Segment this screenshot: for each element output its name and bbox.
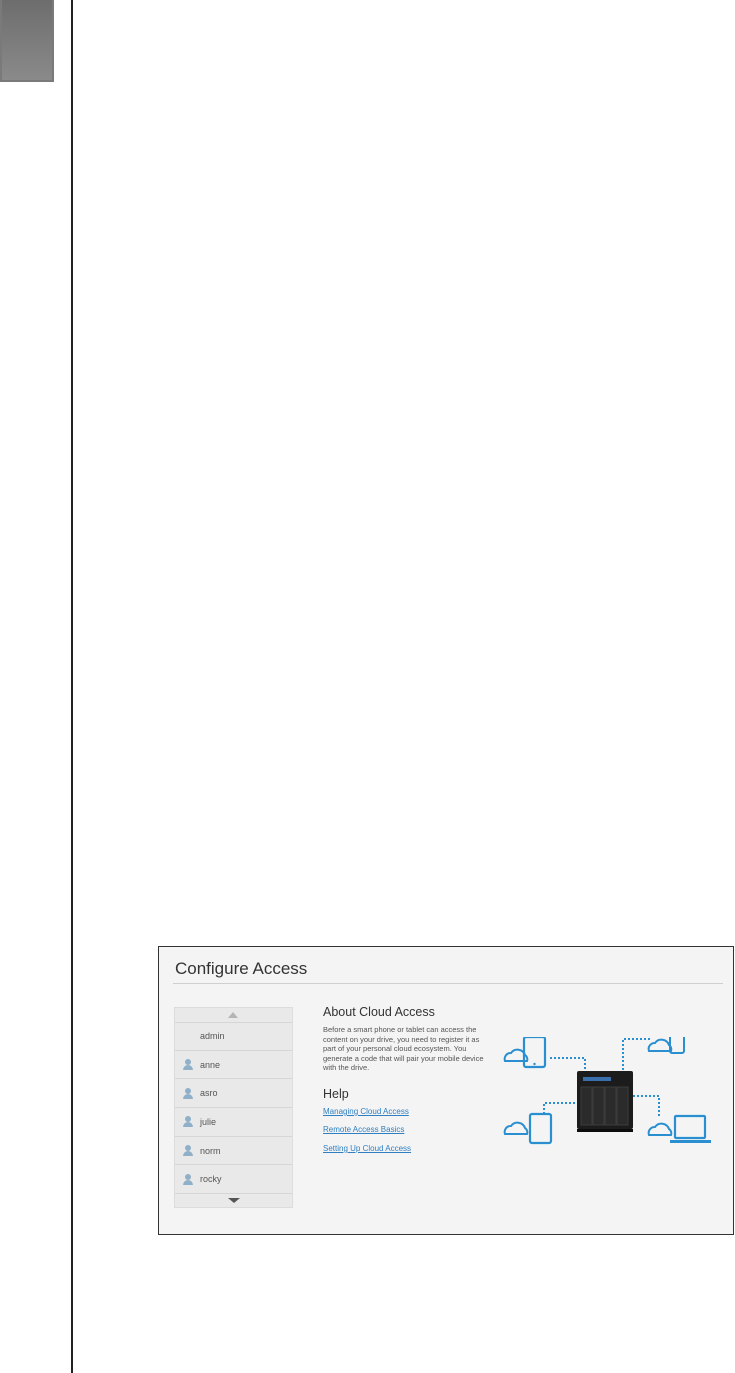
user-list-item[interactable]: anne [175, 1051, 292, 1080]
configure-access-screenshot: Configure Access admin anne asro julie n… [158, 946, 734, 1235]
about-section: About Cloud Access Before a smart phone … [323, 1005, 488, 1162]
title-divider [173, 983, 723, 984]
user-icon [183, 1087, 193, 1099]
cloud-icon [647, 1122, 673, 1136]
scroll-down-arrow-icon[interactable] [175, 1193, 292, 1207]
user-name: anne [200, 1059, 221, 1070]
cloud-icon [503, 1121, 529, 1135]
user-name: julie [200, 1116, 217, 1127]
cloud-icon [647, 1038, 673, 1052]
about-heading: About Cloud Access [323, 1005, 435, 1019]
laptop-icon [673, 1114, 707, 1140]
user-name: asro [200, 1088, 218, 1099]
user-icon [183, 1059, 193, 1071]
tablet-icon [528, 1112, 553, 1145]
user-name: norm [200, 1145, 221, 1156]
user-icon [183, 1116, 193, 1128]
tablet-icon [522, 1037, 547, 1069]
page-title: Configure Access [175, 959, 308, 978]
user-list-item[interactable]: admin [175, 1022, 292, 1051]
cloud-access-illustration [503, 1037, 711, 1145]
user-name: admin [200, 1031, 225, 1042]
user-list-item[interactable]: norm [175, 1137, 292, 1166]
user-icon [183, 1031, 193, 1042]
help-link-managing-cloud-access[interactable]: Managing Cloud Access [323, 1107, 488, 1116]
page-margin-line [71, 0, 73, 1373]
help-link-remote-access-basics[interactable]: Remote Access Basics [323, 1125, 488, 1134]
scroll-up-arrow-icon[interactable] [175, 1008, 292, 1022]
help-link-setting-up-cloud-access[interactable]: Setting Up Cloud Access [323, 1144, 488, 1153]
user-icon [183, 1173, 193, 1185]
user-list: admin anne asro julie norm rocky [174, 1007, 293, 1208]
user-list-item[interactable]: julie [175, 1108, 292, 1137]
help-heading: Help [323, 1086, 349, 1101]
user-icon [183, 1145, 193, 1157]
user-list-item[interactable]: asro [175, 1079, 292, 1109]
chapter-tab [0, 0, 54, 82]
user-list-item[interactable]: rocky [175, 1165, 292, 1195]
about-description: Before a smart phone or tablet can acces… [323, 1025, 484, 1073]
user-name: rocky [200, 1174, 222, 1185]
nas-drive-icon [577, 1071, 633, 1132]
